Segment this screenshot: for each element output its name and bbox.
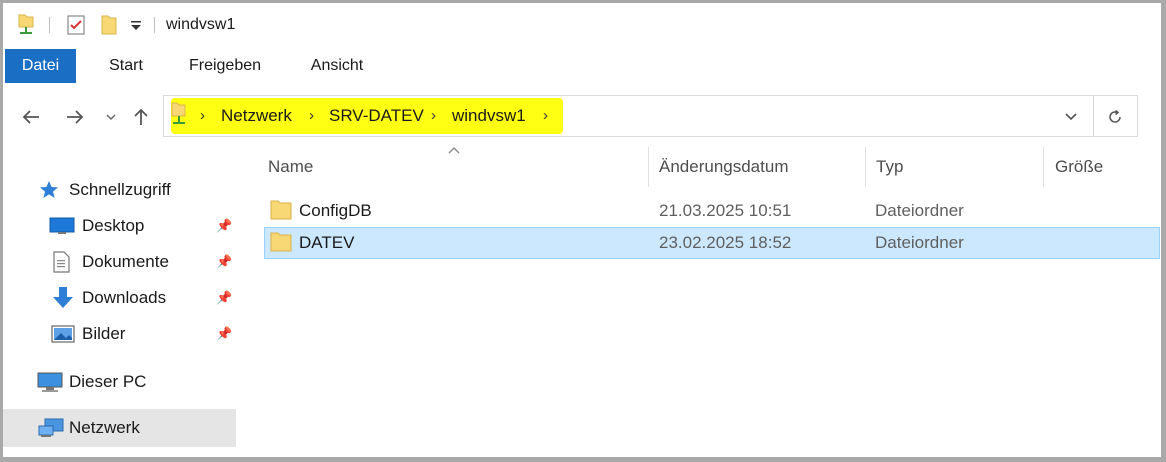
sidebar-item-schnellzugriff[interactable]: Schnellzugriff (3, 172, 236, 208)
sidebar-item-desktop[interactable]: Desktop 📌 (3, 208, 236, 244)
breadcrumb-srv-datev[interactable]: SRV-DATEV (329, 97, 424, 135)
column-header-size[interactable]: Größe (1055, 147, 1103, 187)
column-divider[interactable] (1043, 147, 1044, 187)
refresh-button[interactable] (1103, 97, 1127, 137)
sidebar-item-label: Netzwerk (69, 418, 140, 437)
file-date: 21.03.2025 10:51 (659, 201, 792, 220)
column-divider[interactable] (865, 147, 866, 187)
up-arrow-icon (134, 108, 148, 125)
sidebar-item-label: Desktop (82, 216, 145, 235)
forward-button[interactable] (61, 97, 89, 137)
file-name: DATEV (299, 233, 355, 252)
up-button[interactable] (127, 97, 155, 137)
folder-icon (270, 229, 292, 261)
properties-checklist-icon[interactable] (65, 3, 87, 47)
star-icon (39, 180, 59, 200)
breadcrumb-separator-icon[interactable]: › (543, 97, 548, 135)
pin-icon[interactable]: 📌 (216, 254, 232, 270)
sidebar-item-label: Dieser PC (69, 372, 147, 391)
file-row-configdb[interactable]: ConfigDB 21.03.2025 10:51 Dateiordner (264, 195, 1160, 227)
pin-icon[interactable]: 📌 (216, 290, 232, 306)
pin-icon[interactable]: 📌 (216, 218, 232, 234)
address-divider (1093, 95, 1094, 137)
toolbar-separator (154, 17, 155, 33)
sidebar-item-label: Bilder (82, 324, 126, 343)
sidebar-item-netzwerk[interactable]: Netzwerk (3, 409, 236, 447)
breadcrumb-netzwerk[interactable]: Netzwerk (221, 97, 292, 135)
sidebar-item-bilder[interactable]: Bilder 📌 (3, 316, 236, 352)
sort-ascending-icon (447, 141, 461, 159)
column-header-type[interactable]: Typ (876, 147, 903, 187)
sidebar-item-downloads[interactable]: Downloads 📌 (3, 280, 236, 316)
breadcrumb-windvsw1[interactable]: windvsw1 (452, 97, 526, 135)
sidebar-item-dokumente[interactable]: Dokumente 📌 (3, 244, 236, 280)
pin-icon[interactable]: 📌 (216, 326, 232, 342)
documents-icon (52, 251, 70, 273)
folder-icon (270, 197, 292, 229)
chevron-down-icon (106, 114, 116, 121)
customize-dropdown-icon[interactable] (127, 3, 145, 47)
new-folder-icon[interactable] (98, 3, 120, 47)
breadcrumb-separator-icon[interactable]: › (309, 97, 314, 135)
title-bar: windvsw1 (3, 3, 1161, 47)
network-folder-icon (171, 99, 187, 132)
download-arrow-icon (52, 286, 74, 310)
toolbar-separator (49, 17, 50, 33)
tab-ansicht[interactable]: Ansicht (295, 49, 379, 83)
forward-arrow-icon (67, 110, 84, 124)
tab-start[interactable]: Start (96, 49, 156, 83)
file-type: Dateiordner (875, 233, 964, 252)
sidebar-item-label: Schnellzugriff (69, 180, 171, 199)
column-header-date[interactable]: Änderungsdatum (659, 147, 788, 187)
computer-icon (37, 371, 63, 393)
network-folder-icon[interactable] (15, 3, 37, 47)
pictures-icon (51, 324, 75, 344)
ribbon-tabs: Datei Start Freigeben Ansicht (3, 49, 1161, 83)
window-title: windvsw1 (166, 16, 236, 33)
back-button[interactable] (17, 97, 45, 137)
file-name: ConfigDB (299, 201, 372, 220)
file-row-datev[interactable]: DATEV 23.02.2025 18:52 Dateiordner (264, 227, 1160, 259)
sidebar-item-dieser-pc[interactable]: Dieser PC (3, 364, 236, 400)
back-arrow-icon (22, 110, 39, 124)
column-header-name[interactable]: Name (268, 147, 313, 187)
sidebar-item-label: Downloads (82, 288, 167, 307)
recent-locations-button[interactable] (101, 97, 121, 137)
breadcrumb-separator-icon[interactable]: › (200, 97, 205, 135)
file-date: 23.02.2025 18:52 (659, 233, 792, 252)
file-type: Dateiordner (875, 201, 964, 220)
column-divider[interactable] (648, 147, 649, 187)
network-icon (37, 417, 65, 439)
tab-datei[interactable]: Datei (5, 49, 76, 83)
breadcrumb-separator-icon[interactable]: › (431, 97, 436, 135)
chevron-down-icon (1065, 113, 1077, 121)
sidebar-item-label: Dokumente (82, 252, 169, 271)
explorer-window: windvsw1 Datei Start Freigeben Ansicht ›… (0, 0, 1166, 462)
desktop-icon (49, 216, 75, 236)
refresh-icon (1109, 109, 1121, 123)
tab-freigeben[interactable]: Freigeben (175, 49, 275, 83)
address-history-button[interactable] (1061, 97, 1081, 137)
